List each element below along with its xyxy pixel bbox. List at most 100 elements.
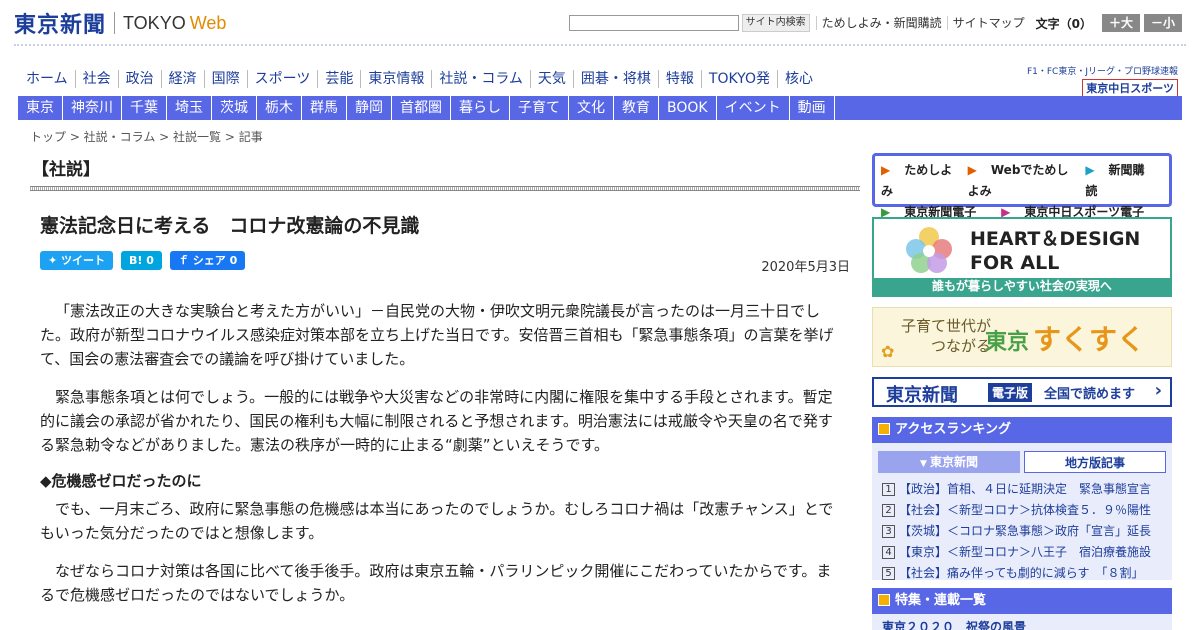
ranking-header: アクセスランキング (872, 417, 1172, 443)
heart-design-banner[interactable]: HEART＆DESIGN FOR ALL 誰もが暮らしやすい社会の実現へ (872, 217, 1172, 297)
twitter-bird-icon: ✦ (48, 254, 62, 267)
region-event[interactable]: イベント (717, 96, 790, 120)
article-title: 憲法記念日に考える コロナ改憲論の不見識 (40, 215, 420, 237)
font-larger-button[interactable]: ＋大 (1102, 14, 1140, 32)
digital-edition-banner[interactable]: 東京新聞 電子版 全国で読めます › (872, 377, 1172, 407)
nav-home[interactable]: ホーム (20, 70, 75, 88)
ranking-item[interactable]: 4 【東京】＜新型コロナ＞八王子 宿泊療養施設 (882, 542, 1164, 563)
square-bullet-icon (878, 594, 890, 606)
subheading-1: ◆危機感ゼロだったのに (40, 472, 202, 490)
tab-tokyo-shimbun[interactable]: ▼ 東京新聞 (878, 451, 1020, 473)
facebook-share-button[interactable]: ｆ シェア 0 (169, 251, 246, 270)
nav-society[interactable]: 社会 (74, 70, 118, 88)
paragraph-4: なぜならコロナ対策は各国に比べて後手後手。政府は東京五輪・パラリンピック開催にこ… (40, 562, 832, 604)
paragraph-1: 「憲法改正の大きな実験台と考えた方がいい」－自民党の大物・伊吹文明元衆院議長が言… (40, 302, 834, 368)
tab-label: 東京新聞 (930, 455, 979, 469)
sk-line-1: 子育て世代が (901, 317, 992, 335)
link-web-tameshiyomi[interactable]: ▶ Webでためしよみ (968, 160, 1072, 202)
region-shizuoka[interactable]: 静岡 (347, 96, 392, 120)
nav-sports[interactable]: スポーツ (246, 70, 318, 88)
region-ibaraki[interactable]: 茨城 (212, 96, 257, 120)
logo-web: Web (189, 12, 227, 33)
ranking-text: 【東京】＜新型コロナ＞八王子 宿泊療養施設 (899, 545, 1152, 559)
main-nav: ホーム 社会 政治 経済 国際 スポーツ 芸能 東京情報 社説・コラム 天気 囲… (20, 70, 820, 88)
region-video[interactable]: 動画 (790, 96, 835, 120)
tweet-button[interactable]: ✦ ツイート (40, 251, 114, 270)
den-tag: 電子版 (988, 383, 1033, 402)
region-kurashi[interactable]: 暮らし (451, 96, 510, 120)
region-saitama[interactable]: 埼玉 (167, 96, 212, 120)
logo-jp: 東京新聞 (14, 12, 107, 38)
ranking-text: 【社会】＜新型コロナ＞抗体検査５．９％陽性 (899, 503, 1152, 517)
site-search-button[interactable]: サイト内検索 (741, 14, 810, 32)
site-header: 東京新聞 TOKYO Web サイト内検索 ためしよみ・新聞購読 サイトマップ 文… (0, 0, 1200, 46)
flower-icon: ✿ (881, 342, 895, 361)
breadcrumb[interactable]: トップ > 社説・コラム > 社説一覧 > 記事 (30, 128, 263, 145)
triangle-icon: ▶ (967, 163, 977, 177)
ranking-text: 【政治】首相、４日に延期決定 緊急事態宣言 (899, 482, 1152, 496)
trial-subscribe-link[interactable]: ためしよみ・新聞購読 (815, 16, 947, 30)
ranking-item[interactable]: 5 【社会】痛み伴っても劇的に減らす 「８割」 (882, 563, 1164, 584)
sukusuku-banner[interactable]: 子育て世代が つながる ✿ 東京 すくすく (872, 307, 1172, 367)
font-size-label: 文字（0） (1035, 16, 1092, 31)
nav-politics[interactable]: 政治 (117, 70, 161, 88)
nav-economy[interactable]: 経済 (160, 70, 204, 88)
chunichi-sports-link[interactable]: F1・FC東京・Jリーグ・プロ野球速報 東京中日スポーツ (1027, 64, 1178, 97)
region-tokyo[interactable]: 東京 (18, 96, 63, 120)
ranking-item[interactable]: 3 【茨城】＜コロナ緊急事態＞政府「宣言」延長 (882, 521, 1164, 542)
paragraph-3: でも、一月末ごろ、政府に緊急事態の危機感は本当にあったのでしょうか。むしろコロナ… (40, 500, 834, 542)
nav-tokyo-info[interactable]: 東京情報 (360, 70, 431, 88)
region-gunma[interactable]: 群馬 (302, 96, 347, 120)
features-list: 特集・連載一覧 東京２０２０ 祝祭の風景 (872, 588, 1172, 630)
region-nav: 東京 神奈川 千葉 埼玉 茨城 栃木 群馬 静岡 首都圏 暮らし 子育て 文化 … (18, 96, 1182, 120)
paragraph-2: 緊急事態条項とは何でしょう。一般的には戦争や大災害などの非常時に内閣に権限を集中… (40, 388, 833, 454)
ranking-list: 1 【政治】首相、４日に延期決定 緊急事態宣言 2 【社会】＜新型コロナ＞抗体検査５… (872, 479, 1172, 584)
tweet-label: ツイート (61, 254, 106, 267)
region-culture[interactable]: 文化 (569, 96, 614, 120)
region-kanagawa[interactable]: 神奈川 (63, 96, 122, 120)
hd-line-2: FOR ALL (970, 252, 1060, 274)
link-label: ためしよみ (881, 163, 953, 198)
region-kosodate[interactable]: 子育て (510, 96, 569, 120)
font-smaller-button[interactable]: －小 (1144, 14, 1182, 32)
logo-tokyo: TOKYO (123, 12, 186, 33)
region-tochigi[interactable]: 栃木 (257, 96, 302, 120)
subscribe-links-box: ▶ためしよみ ▶Webでためしよみ ▶新聞購読 ▶東京新聞電子版 ▶東京中日スポ… (872, 153, 1172, 240)
nav-kakushin[interactable]: 核心 (776, 70, 820, 88)
region-shutoken[interactable]: 首都圏 (392, 96, 451, 120)
article-body: 「憲法改正の大きな実験台と考えた方がいい」－自民党の大物・伊吹文明元衆院議長が言… (40, 299, 845, 621)
features-title: 特集・連載一覧 (895, 593, 987, 608)
hd-line-1: HEART＆DESIGN (970, 228, 1141, 250)
nav-tokyo-hatsu[interactable]: TOKYO発 (700, 70, 777, 88)
features-item[interactable]: 東京２０２０ 祝祭の風景 (882, 618, 1026, 630)
rank-number: 3 (882, 525, 895, 538)
triangle-down-icon: ▼ (919, 459, 931, 469)
region-education[interactable]: 教育 (614, 96, 659, 120)
search-input[interactable] (568, 15, 739, 31)
nav-editorial[interactable]: 社説・コラム (431, 70, 530, 88)
region-book[interactable]: BOOK (659, 96, 717, 120)
nav-go-shogi[interactable]: 囲碁・将棋 (572, 70, 658, 88)
hatena-bookmark-button[interactable]: B! 0 (121, 251, 162, 270)
nav-tokuho[interactable]: 特報 (657, 70, 701, 88)
nav-international[interactable]: 国際 (203, 70, 247, 88)
site-logo[interactable]: 東京新聞 TOKYO Web (14, 7, 226, 39)
sk-line-2: つながる (931, 337, 992, 355)
ranking-text: 【社会】痛み伴っても劇的に減らす 「８割」 (899, 566, 1144, 580)
ranking-item[interactable]: 2 【社会】＜新型コロナ＞抗体検査５．９％陽性 (882, 500, 1164, 521)
square-bullet-icon (878, 423, 890, 435)
rank-number: 5 (882, 567, 895, 580)
header-divider (14, 44, 1186, 46)
link-subscribe[interactable]: ▶ 新聞購読 (1085, 160, 1149, 202)
header-tools: サイト内検索 ためしよみ・新聞購読 サイトマップ 文字（0） ＋大 －小 (568, 14, 1182, 32)
sitemap-link[interactable]: サイトマップ (946, 16, 1030, 30)
features-header: 特集・連載一覧 (872, 588, 1172, 614)
section-rule (30, 186, 860, 191)
facebook-label: シェア 0 (192, 254, 238, 267)
ranking-item[interactable]: 1 【政治】首相、４日に延期決定 緊急事態宣言 (882, 479, 1164, 500)
tab-regional[interactable]: 地方版記事 (1024, 451, 1166, 473)
nav-weather[interactable]: 天気 (529, 70, 573, 88)
region-chiba[interactable]: 千葉 (122, 96, 167, 120)
link-tameshiyomi[interactable]: ▶ ためしよみ (881, 160, 954, 202)
nav-entertainment[interactable]: 芸能 (317, 70, 360, 88)
